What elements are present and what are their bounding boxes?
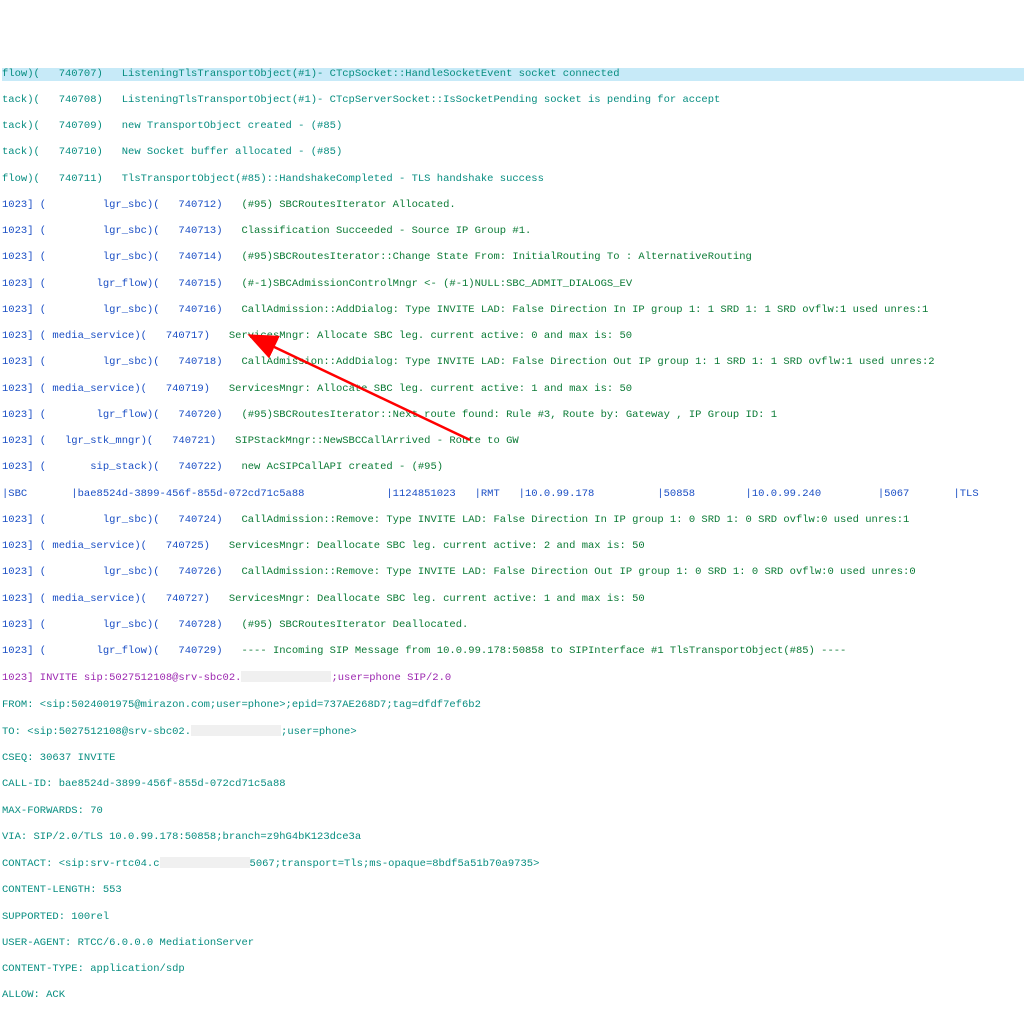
log-row[interactable]: 1023] ( media_service)( 740725) Services… <box>2 540 1024 553</box>
sip-header[interactable]: CALL-ID: bae8524d-3899-456f-855d-072cd71… <box>2 778 1024 791</box>
sip-header[interactable]: MAX-FORWARDS: 70 <box>2 805 1024 818</box>
sip-header[interactable]: FROM: <sip:5024001975@mirazon.com;user=p… <box>2 699 1024 712</box>
log-row[interactable]: 1023] ( lgr_stk_mngr)( 740721) SIPStackM… <box>2 435 1024 448</box>
log-row[interactable]: 1023] ( lgr_sbc)( 740724) CallAdmission:… <box>2 514 1024 527</box>
redaction-block <box>191 725 281 736</box>
log-row[interactable]: 1023] ( lgr_flow)( 740715) (#-1)SBCAdmis… <box>2 278 1024 291</box>
log-row[interactable]: 1023] ( lgr_sbc)( 740726) CallAdmission:… <box>2 566 1024 579</box>
sip-header[interactable]: TO: <sip:5027512108@srv-sbc02.;user=phon… <box>2 725 1024 739</box>
log-row[interactable]: 1023] ( lgr_sbc)( 740728) (#95) SBCRoute… <box>2 619 1024 632</box>
log-row[interactable]: flow)( 740707) ListeningTlsTransportObje… <box>2 68 1024 81</box>
log-row[interactable]: 1023] ( lgr_sbc)( 740712) (#95) SBCRoute… <box>2 199 1024 212</box>
log-row[interactable]: 1023] ( media_service)( 740717) Services… <box>2 330 1024 343</box>
log-view: flow)( 740707) ListeningTlsTransportObje… <box>2 55 1024 1014</box>
sip-header[interactable]: ALLOW: ACK <box>2 989 1024 1002</box>
log-row[interactable]: tack)( 740708) ListeningTlsTransportObje… <box>2 94 1024 107</box>
log-row[interactable]: 1023] ( lgr_flow)( 740729) ---- Incoming… <box>2 645 1024 658</box>
log-row[interactable]: 1023] ( media_service)( 740727) Services… <box>2 593 1024 606</box>
log-row[interactable]: |SBC |bae8524d-3899-456f-855d-072cd71c5a… <box>2 488 1024 501</box>
log-row[interactable]: 1023] ( lgr_sbc)( 740716) CallAdmission:… <box>2 304 1024 317</box>
redaction-block <box>160 857 250 868</box>
sip-header[interactable]: USER-AGENT: RTCC/6.0.0.0 MediationServer <box>2 937 1024 950</box>
log-row[interactable]: 1023] ( lgr_sbc)( 740714) (#95)SBCRoutes… <box>2 251 1024 264</box>
log-row[interactable]: 1023] ( lgr_sbc)( 740713) Classification… <box>2 225 1024 238</box>
log-row[interactable]: tack)( 740710) New Socket buffer allocat… <box>2 146 1024 159</box>
sip-header[interactable]: CONTACT: <sip:srv-rtc04.c5067;transport=… <box>2 857 1024 871</box>
sip-invite[interactable]: 1023] INVITE sip:5027512108@srv-sbc02.;u… <box>2 671 1024 685</box>
log-row[interactable]: 1023] ( media_service)( 740719) Services… <box>2 383 1024 396</box>
log-row[interactable]: tack)( 740709) new TransportObject creat… <box>2 120 1024 133</box>
redaction-block <box>241 671 331 682</box>
sip-header[interactable]: VIA: SIP/2.0/TLS 10.0.99.178:50858;branc… <box>2 831 1024 844</box>
log-row[interactable]: 1023] ( lgr_flow)( 740720) (#95)SBCRoute… <box>2 409 1024 422</box>
log-row[interactable]: 1023] ( sip_stack)( 740722) new AcSIPCal… <box>2 461 1024 474</box>
sip-header[interactable]: CSEQ: 30637 INVITE <box>2 752 1024 765</box>
log-row[interactable]: 1023] ( lgr_sbc)( 740718) CallAdmission:… <box>2 356 1024 369</box>
sip-header[interactable]: CONTENT-TYPE: application/sdp <box>2 963 1024 976</box>
sip-header[interactable]: SUPPORTED: 100rel <box>2 911 1024 924</box>
log-row[interactable]: flow)( 740711) TlsTransportObject(#85)::… <box>2 173 1024 186</box>
sip-header[interactable]: CONTENT-LENGTH: 553 <box>2 884 1024 897</box>
